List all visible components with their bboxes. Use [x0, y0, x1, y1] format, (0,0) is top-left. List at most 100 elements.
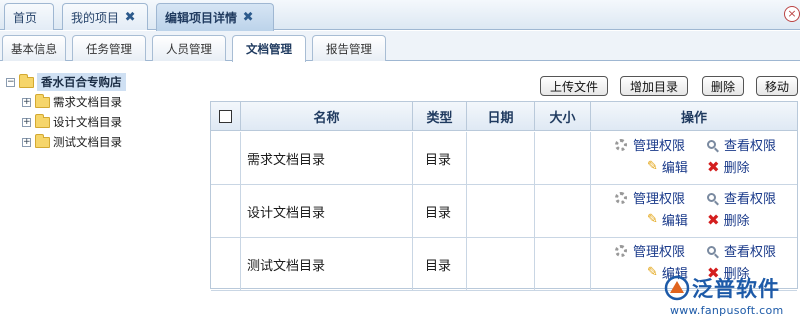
delete-link[interactable]: ✖ 删除: [707, 210, 750, 230]
manage-permission-label: 管理权限: [633, 192, 686, 207]
tab-task-management[interactable]: 任务管理: [72, 35, 146, 61]
tab-home-label: 首页: [13, 10, 38, 25]
expand-icon[interactable]: +: [22, 97, 31, 107]
view-permission-link[interactable]: 查看权限: [707, 241, 776, 260]
expand-icon[interactable]: +: [22, 117, 31, 127]
edit-link[interactable]: ✎ 编辑: [647, 157, 688, 176]
delete-button[interactable]: 删除: [702, 76, 744, 96]
tab-staff-management[interactable]: 人员管理: [152, 35, 226, 61]
delete-icon: ✖: [707, 157, 720, 176]
select-all-checkbox[interactable]: [219, 110, 232, 123]
row-type: 目录: [413, 132, 467, 184]
row-type: 目录: [413, 185, 467, 237]
row-date: [467, 185, 535, 237]
tree-root[interactable]: − 香水百合专购店: [6, 72, 196, 92]
close-icon[interactable]: ✖: [241, 10, 255, 25]
row-actions: 管理权限 查看权限 ✎ 编辑 ✖ 删除: [591, 185, 797, 237]
watermark-name: 泛普软件: [692, 277, 780, 301]
view-permission-label: 查看权限: [724, 139, 777, 154]
edit-link[interactable]: ✎ 编辑: [647, 210, 688, 229]
folder-icon: [35, 93, 50, 108]
folder-icon: [35, 133, 50, 148]
watermark-url: www.fanpusoft.com: [670, 304, 784, 317]
tab-basic-info[interactable]: 基本信息: [2, 35, 66, 61]
tree-item-testing[interactable]: + 测试文档目录: [6, 132, 196, 152]
tab-edit-project[interactable]: 编辑项目详情 ✖: [156, 3, 274, 31]
upload-file-button[interactable]: 上传文件: [540, 76, 608, 96]
column-header-date[interactable]: 日期: [467, 102, 535, 131]
tree-item-label[interactable]: 测试文档目录: [53, 134, 122, 150]
row-actions: 管理权限 查看权限 ✎ 编辑 ✖ 删除: [591, 132, 797, 184]
row-size: [535, 185, 591, 237]
window-close-icon[interactable]: ×: [784, 6, 800, 22]
manage-permission-label: 管理权限: [633, 139, 686, 154]
watermark: 泛普软件 www.fanpusoft.com: [664, 271, 796, 321]
view-permission-label: 查看权限: [724, 192, 777, 207]
tab-edit-project-label: 编辑项目详情: [165, 11, 238, 25]
folder-icon: [35, 113, 50, 128]
delete-link[interactable]: ✖ 删除: [707, 157, 750, 177]
delete-icon: ✖: [707, 210, 720, 229]
row-name[interactable]: 测试文档目录: [241, 238, 413, 290]
folder-icon: [19, 73, 34, 88]
table-row: 设计文档目录 目录 管理权限 查看权限 ✎ 编辑 ✖ 删除: [211, 185, 797, 238]
delete-label: 删除: [723, 214, 750, 229]
move-button[interactable]: 移动: [756, 76, 798, 96]
brand-logo-icon: [664, 275, 690, 301]
row-size: [535, 238, 591, 290]
column-header-name[interactable]: 名称: [241, 102, 413, 131]
tree-item-design[interactable]: + 设计文档目录: [6, 112, 196, 132]
view-permission-link[interactable]: 查看权限: [707, 135, 776, 154]
manage-permission-link[interactable]: 管理权限: [615, 188, 685, 207]
view-permission-link[interactable]: 查看权限: [707, 188, 776, 207]
top-tab-bar: 首页 我的项目 ✖ 编辑项目详情 ✖ ×: [0, 0, 800, 31]
row-size: [535, 132, 591, 184]
row-type: 目录: [413, 238, 467, 290]
manage-permission-label: 管理权限: [633, 245, 686, 260]
gear-icon: [615, 191, 627, 204]
collapse-icon[interactable]: −: [6, 77, 15, 87]
document-table: 名称 类型 日期 大小 操作 需求文档目录 目录 管理权限 查看权限 ✎ 编辑: [210, 101, 798, 291]
row-checkbox-cell: [211, 238, 241, 290]
pencil-icon: ✎: [647, 159, 658, 174]
row-name[interactable]: 需求文档目录: [241, 132, 413, 184]
tab-home[interactable]: 首页: [4, 3, 54, 30]
gear-icon: [615, 244, 627, 257]
directory-tree: − 香水百合专购店 + 需求文档目录 + 设计文档目录 + 测试文档目录: [6, 72, 196, 152]
tab-document-management[interactable]: 文档管理: [232, 35, 306, 62]
expand-icon[interactable]: +: [22, 137, 31, 147]
edit-label: 编辑: [661, 214, 688, 229]
table-row: 需求文档目录 目录 管理权限 查看权限 ✎ 编辑 ✖ 删除: [211, 132, 797, 185]
sub-tab-bar: 基本信息 任务管理 人员管理 文档管理 报告管理: [0, 31, 800, 62]
manage-permission-link[interactable]: 管理权限: [615, 241, 685, 260]
column-header-size[interactable]: 大小: [535, 102, 591, 131]
magnifier-icon: [707, 246, 716, 255]
column-header-actions: 操作: [680, 111, 707, 126]
view-permission-label: 查看权限: [724, 245, 777, 260]
tree-root-label[interactable]: 香水百合专购店: [37, 73, 126, 91]
magnifier-icon: [707, 193, 716, 202]
row-checkbox-cell: [211, 132, 241, 184]
delete-label: 删除: [723, 161, 750, 176]
gear-icon: [615, 138, 627, 151]
row-date: [467, 132, 535, 184]
magnifier-icon: [707, 140, 716, 149]
tree-item-label[interactable]: 设计文档目录: [53, 114, 122, 130]
tree-item-requirements[interactable]: + 需求文档目录: [6, 92, 196, 112]
tree-item-label[interactable]: 需求文档目录: [53, 94, 122, 110]
tab-report-management[interactable]: 报告管理: [312, 35, 386, 61]
pencil-icon: ✎: [647, 265, 658, 280]
select-all-cell: [211, 102, 241, 131]
table-header: 名称 类型 日期 大小 操作: [211, 102, 797, 131]
row-name[interactable]: 设计文档目录: [241, 185, 413, 237]
manage-permission-link[interactable]: 管理权限: [615, 135, 685, 154]
column-header-type[interactable]: 类型: [413, 102, 467, 131]
pencil-icon: ✎: [647, 212, 658, 227]
close-icon[interactable]: ✖: [123, 10, 137, 25]
add-directory-button[interactable]: 增加目录: [620, 76, 688, 96]
edit-label: 编辑: [661, 161, 688, 176]
tab-my-projects[interactable]: 我的项目 ✖: [62, 3, 148, 30]
row-checkbox-cell: [211, 185, 241, 237]
tab-my-projects-label: 我的项目: [71, 10, 120, 25]
row-date: [467, 238, 535, 290]
